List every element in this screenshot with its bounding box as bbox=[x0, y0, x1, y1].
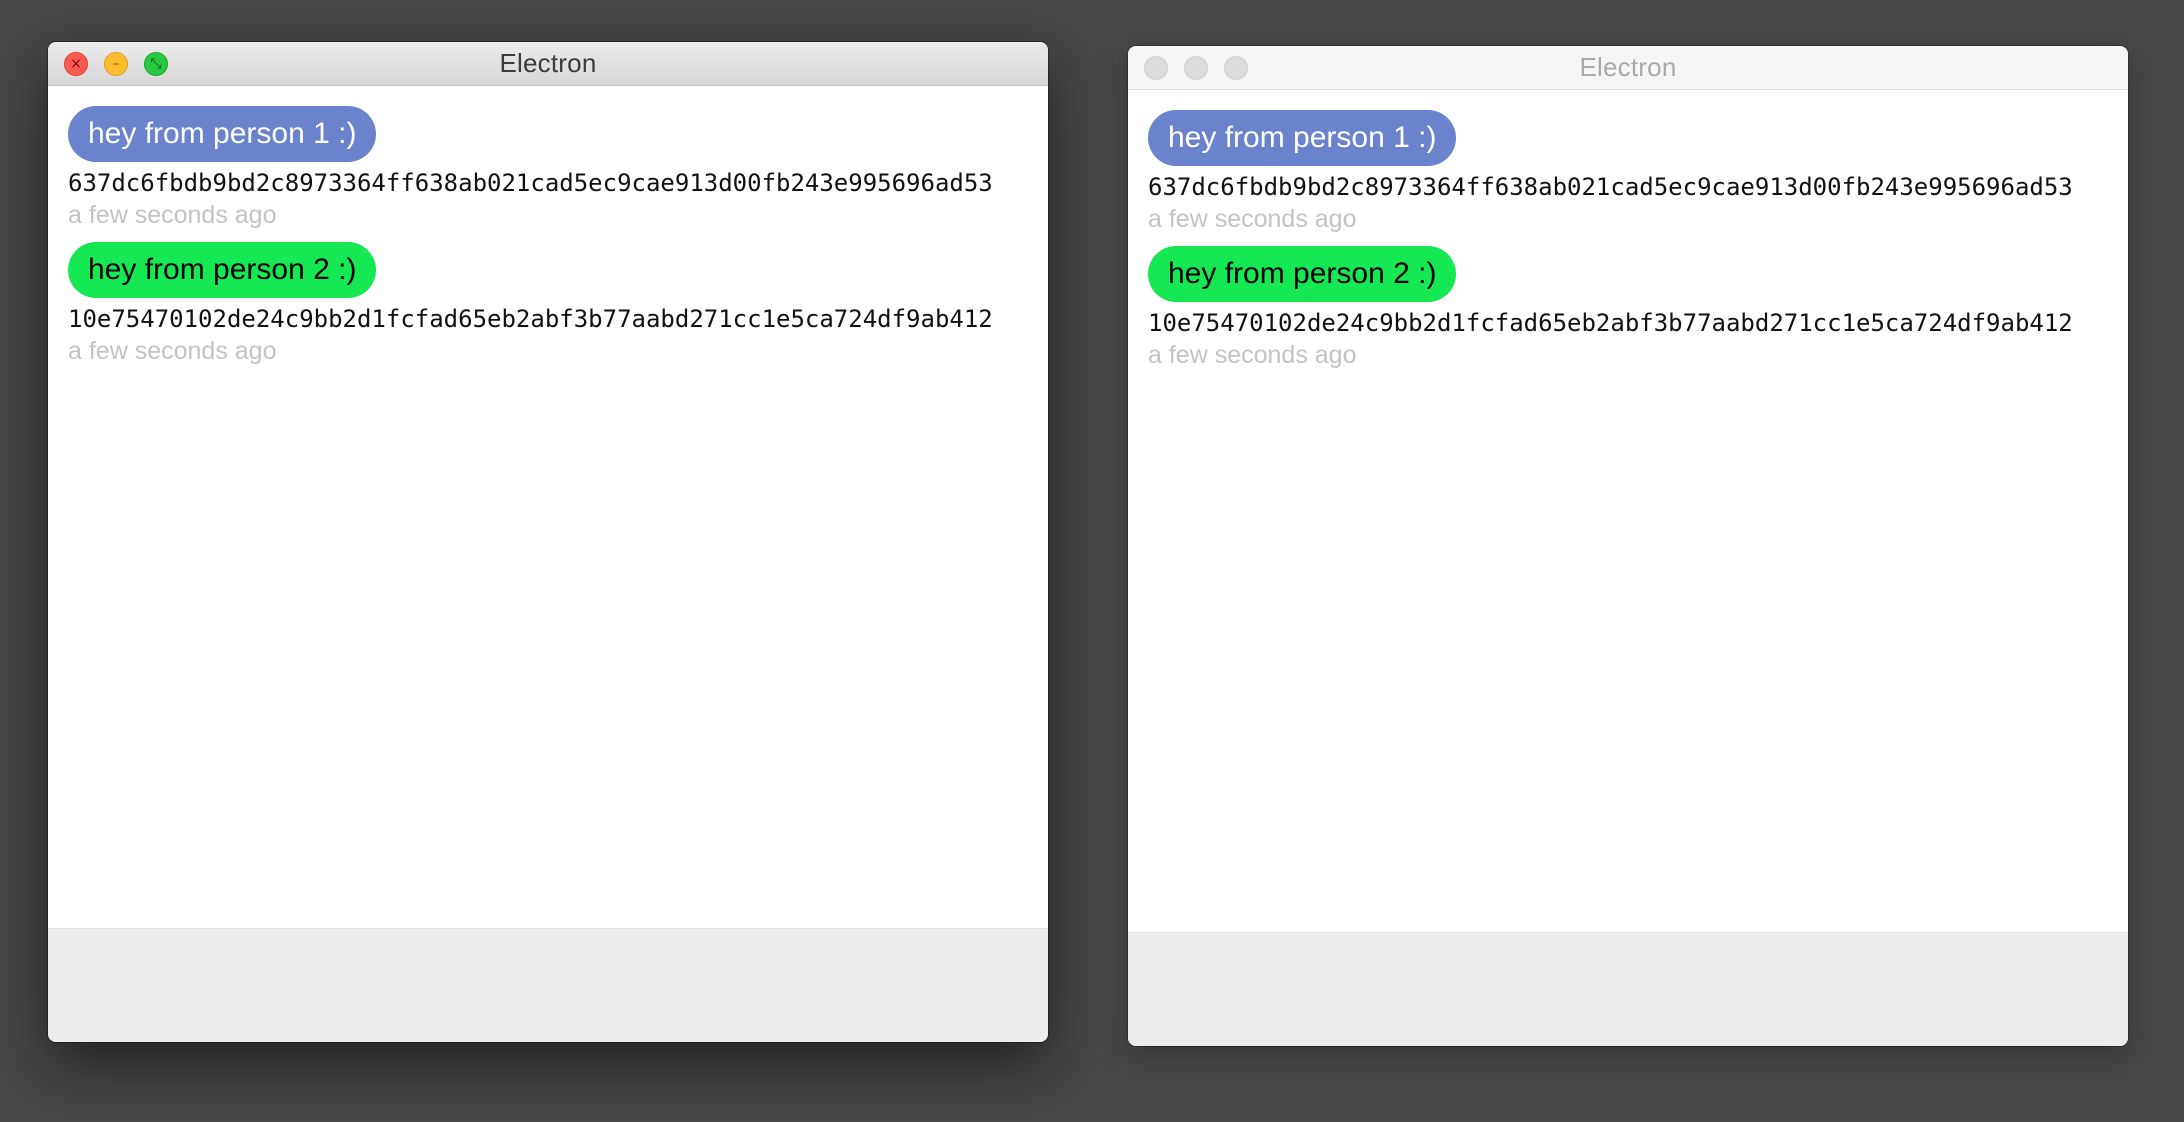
titlebar[interactable]: × – ⤡ Electron bbox=[48, 42, 1048, 86]
message-bubble-person-1: hey from person 1 :) bbox=[68, 106, 377, 162]
close-button[interactable] bbox=[1144, 56, 1168, 80]
composer-area[interactable] bbox=[48, 928, 1048, 1042]
zoom-button[interactable] bbox=[1224, 56, 1248, 80]
message-item: hey from person 2 :) 10e75470102de24c9bb… bbox=[1148, 246, 2128, 370]
message-item: hey from person 2 :) 10e75470102de24c9bb… bbox=[68, 242, 1048, 366]
desktop: × – ⤡ Electron hey from person 1 :) 637d… bbox=[0, 0, 2184, 1122]
message-bubble-person-1: hey from person 1 :) bbox=[1148, 110, 1457, 166]
close-button[interactable]: × bbox=[64, 52, 88, 76]
message-timestamp: a few seconds ago bbox=[1148, 205, 1357, 233]
message-item: hey from person 1 :) 637dc6fbdb9bd2c8973… bbox=[1148, 110, 2128, 234]
window-title: Electron bbox=[1579, 52, 1677, 82]
message-timestamp: a few seconds ago bbox=[1148, 341, 1357, 369]
message-item: hey from person 1 :) 637dc6fbdb9bd2c8973… bbox=[68, 106, 1048, 230]
message-bubble-person-2: hey from person 2 :) bbox=[68, 242, 377, 298]
minimize-icon: – bbox=[112, 56, 120, 72]
message-timestamp: a few seconds ago bbox=[68, 201, 277, 229]
message-bubble-person-2: hey from person 2 :) bbox=[1148, 246, 1457, 302]
electron-window-2[interactable]: Electron hey from person 1 :) 637dc6fbdb… bbox=[1128, 46, 2128, 1046]
message-hash: 10e75470102de24c9bb2d1fcfad65eb2abf3b77a… bbox=[68, 305, 993, 333]
composer-area[interactable] bbox=[1128, 932, 2128, 1046]
message-hash: 10e75470102de24c9bb2d1fcfad65eb2abf3b77a… bbox=[1148, 309, 2073, 337]
window-title: Electron bbox=[499, 48, 597, 78]
close-icon: × bbox=[70, 56, 82, 72]
window-controls bbox=[1144, 56, 1248, 80]
minimize-button[interactable] bbox=[1184, 56, 1208, 80]
window-controls: × – ⤡ bbox=[64, 52, 168, 76]
zoom-button[interactable]: ⤡ bbox=[144, 52, 168, 76]
message-hash: 637dc6fbdb9bd2c8973364ff638ab021cad5ec9c… bbox=[1148, 173, 2073, 201]
zoom-icon: ⤡ bbox=[150, 56, 162, 72]
message-list: hey from person 1 :) 637dc6fbdb9bd2c8973… bbox=[48, 86, 1048, 928]
electron-window-1[interactable]: × – ⤡ Electron hey from person 1 :) 637d… bbox=[48, 42, 1048, 1042]
titlebar[interactable]: Electron bbox=[1128, 46, 2128, 90]
minimize-button[interactable]: – bbox=[104, 52, 128, 76]
message-timestamp: a few seconds ago bbox=[68, 337, 277, 365]
message-hash: 637dc6fbdb9bd2c8973364ff638ab021cad5ec9c… bbox=[68, 169, 993, 197]
message-list: hey from person 1 :) 637dc6fbdb9bd2c8973… bbox=[1128, 90, 2128, 932]
